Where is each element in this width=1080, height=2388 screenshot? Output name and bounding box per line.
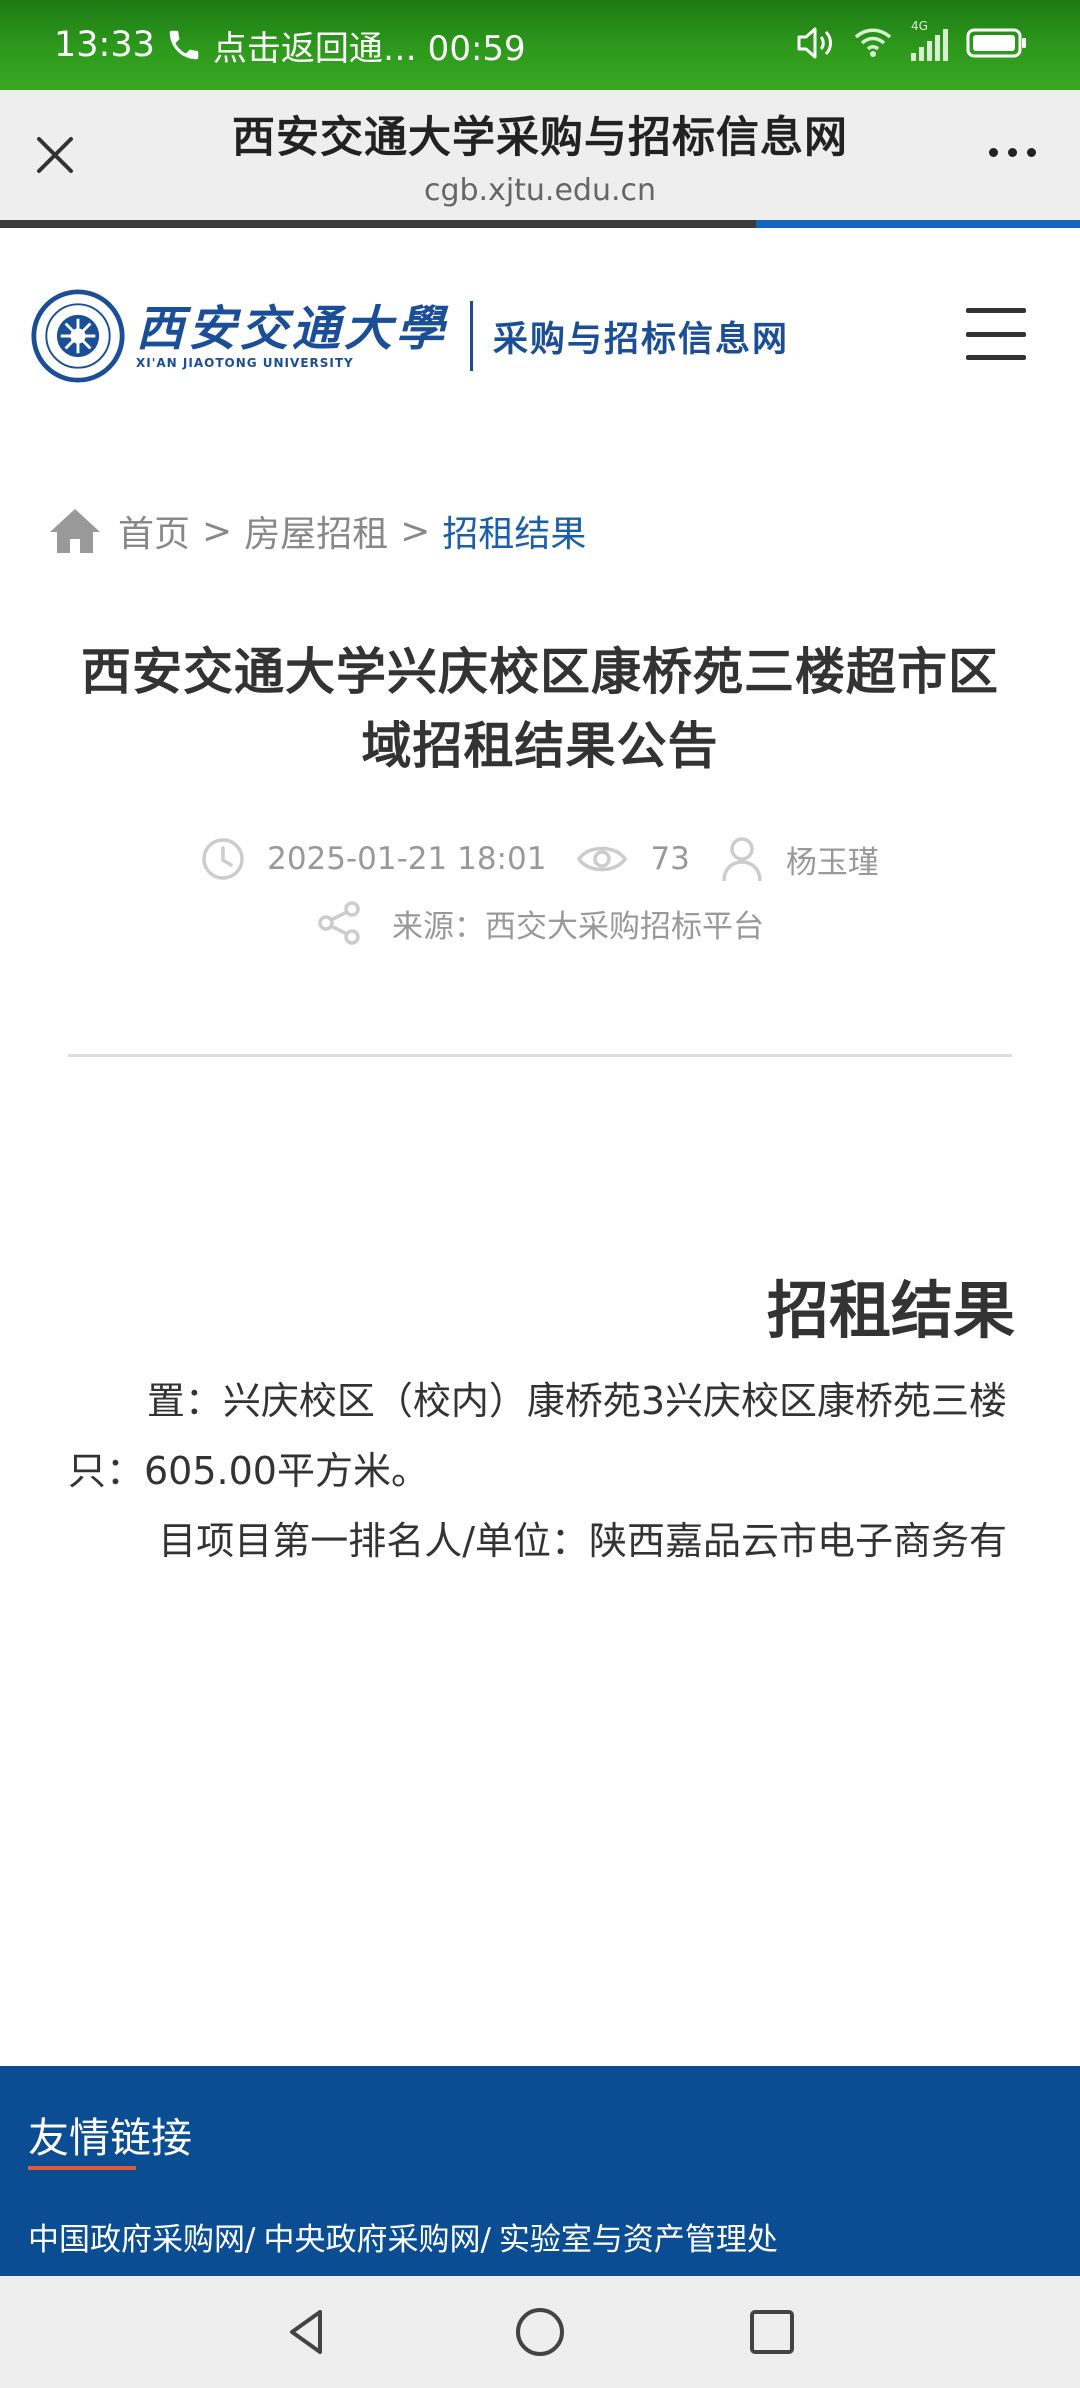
author: 杨玉瑾 <box>785 844 879 881</box>
article-meta: 2025-01-21 18:01 73 杨玉瑾 <box>0 835 1080 883</box>
status-time: 13:33 <box>54 25 155 65</box>
site-header: 西安交通大學 XI'AN JIAOTONG UNIVERSITY 采购与招标信息… <box>0 228 1080 448</box>
site-name: 采购与招标信息网 <box>493 319 790 360</box>
cellular-signal-icon: 4G <box>911 19 948 61</box>
site-logo[interactable]: 西安交通大學 XI'AN JIAOTONG UNIVERSITY 采购与招标信息… <box>30 288 789 384</box>
article-source: 来源：西交大采购招标平台 <box>392 908 764 945</box>
footer-link[interactable]: 实验室与资产管理处 <box>499 2214 778 2259</box>
content-line: 目项目第一排名人/单位：陕西嘉品云市电子商务有 <box>158 1519 1007 1563</box>
browser-url[interactable]: cgb.xjtu.edu.cn <box>0 173 1080 208</box>
back-nav-icon[interactable] <box>282 2306 334 2358</box>
home-icon[interactable] <box>48 506 102 556</box>
university-name-cn: 西安交通大學 <box>136 301 449 357</box>
content-line: 置：兴庆校区（校内）康桥苑3兴庆校区康桥苑三楼 <box>146 1379 1007 1423</box>
breadcrumb: 首页 > 房屋招租 > 招租结果 <box>48 505 586 557</box>
footer-link[interactable]: 中央政府采购网/ <box>263 2214 490 2259</box>
content-heading: 招租结果 <box>766 1274 1015 1347</box>
hamburger-menu-icon[interactable] <box>966 308 1026 360</box>
system-navigation-bar <box>0 2276 1080 2388</box>
wifi-icon <box>853 27 893 63</box>
eye-icon <box>577 846 628 872</box>
footer-link[interactable]: 中国政府采购网/ <box>28 2214 255 2259</box>
university-seal-icon <box>31 289 125 383</box>
share-icon[interactable] <box>316 900 362 946</box>
status-bar: 13:33 点击返回通… 00:59 4G <box>0 0 1080 90</box>
footer-links: 中国政府采购网/ 中央政府采购网/ 实验室与资产管理处 <box>28 2214 778 2259</box>
footer-links-section: 友情链接 中国政府采购网/ 中央政府采购网/ 实验室与资产管理处 <box>0 2066 1080 2276</box>
footer-title-underline <box>28 2166 136 2170</box>
speaker-icon <box>795 25 835 65</box>
close-icon[interactable] <box>30 130 80 180</box>
network-type-label: 4G <box>911 19 928 33</box>
breadcrumb-home[interactable]: 首页 <box>118 505 190 557</box>
home-nav-icon[interactable] <box>514 2306 566 2358</box>
browser-header: 西安交通大学采购与招标信息网 cgb.xjtu.edu.cn <box>0 90 1080 220</box>
recent-apps-nav-icon[interactable] <box>746 2306 798 2358</box>
breadcrumb-separator: > <box>400 510 431 552</box>
university-name-en: XI'AN JIAOTONG UNIVERSITY <box>136 356 354 370</box>
view-count: 73 <box>650 841 690 877</box>
article-title: 西安交通大学兴庆校区康桥苑三楼超市区域招租结果公告 <box>81 643 999 775</box>
content-line: 只：605.00平方米。 <box>68 1449 429 1493</box>
publish-date: 2025-01-21 18:01 <box>267 841 547 877</box>
user-icon <box>722 837 762 882</box>
article-source-row: 来源：西交大采购招标平台 <box>0 900 1080 946</box>
page-load-progress-bar <box>0 220 1080 228</box>
divider <box>68 1054 1012 1057</box>
article-content: 招租结果 置：兴庆校区（校内）康桥苑3兴庆校区康桥苑三楼 只：605.00平方米… <box>68 1260 1015 1600</box>
breadcrumb-separator: > <box>202 510 233 552</box>
battery-icon <box>966 27 1028 63</box>
footer-title: 友情链接 <box>28 2114 192 2162</box>
more-options-icon[interactable] <box>989 148 1036 157</box>
ongoing-call-indicator[interactable]: 点击返回通… 00:59 <box>213 21 526 70</box>
breadcrumb-current[interactable]: 招租结果 <box>442 505 586 557</box>
clock-icon <box>202 838 244 880</box>
breadcrumb-section[interactable]: 房屋招租 <box>244 505 388 557</box>
phone-icon[interactable] <box>165 26 203 64</box>
browser-page-title: 西安交通大学采购与招标信息网 <box>232 112 848 163</box>
